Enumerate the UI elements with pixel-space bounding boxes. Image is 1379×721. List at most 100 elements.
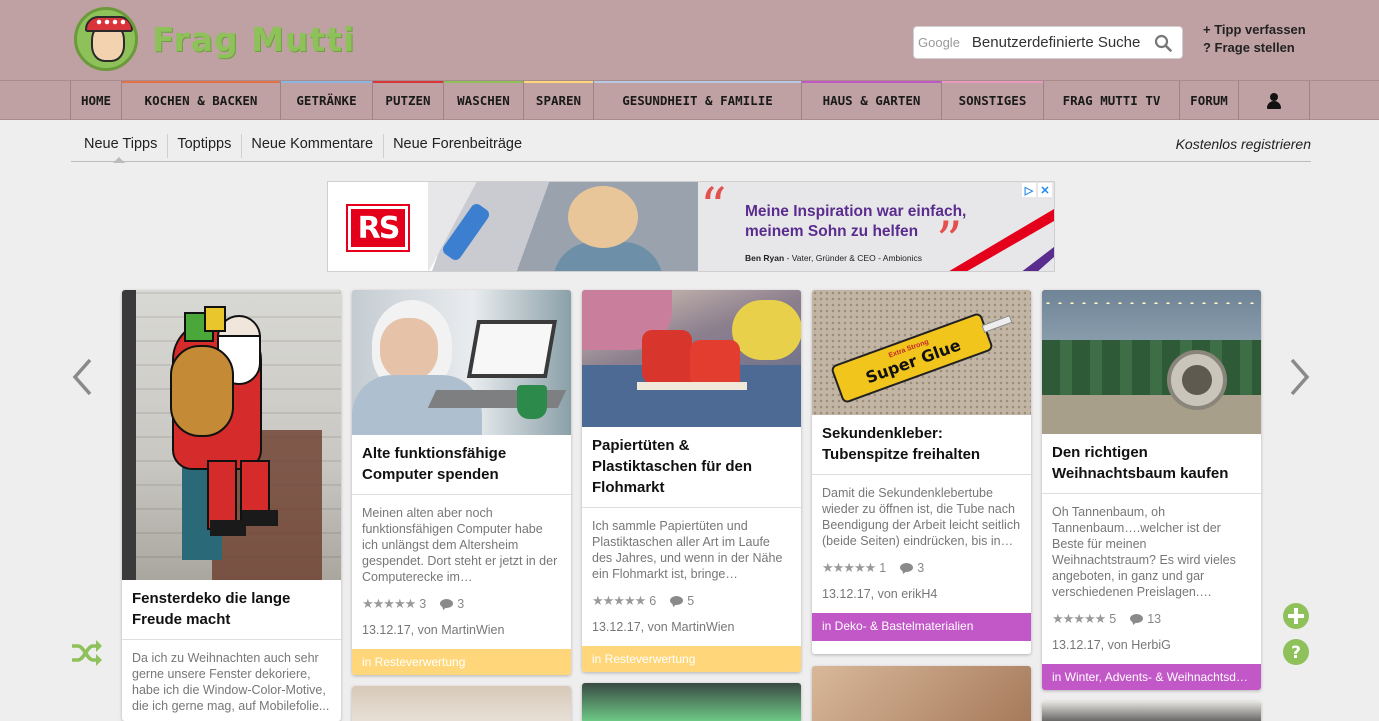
tab-toptipps[interactable]: Toptipps	[167, 134, 241, 158]
card-image-partial	[352, 686, 571, 721]
card-title[interactable]: Alte funktionsfähige Computer spenden	[352, 435, 571, 495]
comment-count: 3	[457, 597, 465, 611]
tip-card[interactable]: Alte funktionsfähige Computer spenden Me…	[352, 290, 571, 675]
card-meta: ★★★★★ 3 3	[352, 593, 571, 613]
card-date-author: 13.12.17, von erikH4	[822, 587, 938, 601]
nav-kochen-backen[interactable]: KOCHEN & BACKEN	[121, 81, 280, 120]
card-meta: ★★★★★ 6 5	[582, 590, 801, 610]
rating-count: 3	[419, 597, 427, 611]
nav-getraenke[interactable]: GETRÄNKE	[280, 81, 372, 120]
rating-stars-icon: ★★★★★	[592, 593, 646, 608]
ask-question-link[interactable]: ? Frage stellen	[1203, 39, 1306, 57]
main-nav: HOME KOCHEN & BACKEN GETRÄNKE PUTZEN WAS…	[0, 80, 1379, 120]
logo-mascot-icon	[74, 7, 138, 71]
site-header: Frag Mutti Google + Tipp verfassen ? Fra…	[0, 0, 1379, 80]
user-icon	[1267, 92, 1281, 109]
card-title[interactable]: Papiertüten & Plastiktaschen für den Flo…	[582, 427, 801, 508]
nav-user[interactable]	[1238, 81, 1310, 120]
rating-count: 1	[879, 561, 887, 575]
card-category[interactable]: in Winter, Advents- & Weihnachtsd…	[1042, 664, 1261, 690]
card-image-shoes	[582, 290, 801, 427]
tip-card[interactable]: Extra Strong Super Glue Sekundenkleber: …	[812, 290, 1031, 654]
card-excerpt: Meinen alten aber noch funktionsfähigen …	[362, 506, 558, 584]
nav-color-bar	[594, 81, 801, 83]
nav-color-bar	[1044, 81, 1179, 83]
rs-logo: RS	[346, 204, 410, 252]
card-image-glue: Extra Strong Super Glue	[812, 290, 1031, 415]
nav-home[interactable]: HOME	[70, 81, 121, 120]
nav-color-bar	[802, 81, 941, 83]
comment-icon	[440, 598, 454, 611]
site-logo[interactable]: Frag Mutti	[74, 7, 355, 71]
card-image-partial	[1042, 701, 1261, 721]
tip-card[interactable]: Fensterdeko die lange Freude macht Da ic…	[122, 290, 341, 721]
card-title[interactable]: Sekundenkleber: Tubenspitze freihalten	[812, 415, 1031, 475]
nav-gesundheit-familie[interactable]: GESUNDHEIT & FAMILIE	[593, 81, 801, 120]
ask-question-icon[interactable]: ?	[1282, 638, 1310, 666]
rating-stars-icon: ★★★★★	[1052, 611, 1106, 626]
nav-haus-garten[interactable]: HAUS & GARTEN	[801, 81, 941, 120]
nav-waschen[interactable]: WASCHEN	[443, 81, 523, 120]
card-title[interactable]: Fensterdeko die lange Freude macht	[122, 580, 341, 640]
shuffle-icon[interactable]	[70, 639, 103, 667]
tab-neue-forenbeitraege[interactable]: Neue Forenbeiträge	[383, 134, 532, 158]
search-input[interactable]	[971, 34, 1152, 51]
tab-neue-kommentare[interactable]: Neue Kommentare	[241, 134, 383, 158]
tip-card[interactable]: Papiertüten & Plastiktaschen für den Flo…	[582, 290, 801, 672]
comment-count: 3	[917, 561, 925, 575]
logo-text: Frag Mutti	[152, 19, 356, 59]
ad-close-icon[interactable]: ✕	[1038, 183, 1052, 197]
card-image-trees	[1042, 290, 1261, 434]
quote-open-icon: “	[700, 181, 727, 238]
search-icon[interactable]	[1154, 34, 1172, 52]
ad-info-icon[interactable]: ▷	[1022, 183, 1036, 197]
card-image-window	[122, 290, 341, 580]
nav-putzen[interactable]: PUTZEN	[372, 81, 443, 120]
card-meta: ★★★★★ 5 13	[1042, 608, 1261, 628]
rating-count: 6	[649, 594, 657, 608]
add-tip-icon[interactable]	[1282, 602, 1310, 630]
tip-card-partial[interactable]	[352, 686, 571, 721]
card-category[interactable]: in Resteverwertung	[582, 646, 801, 672]
ad-byline: Ben Ryan - Vater, Gründer & CEO - Ambion…	[745, 253, 922, 263]
tip-card-partial[interactable]	[812, 666, 1031, 721]
carousel-prev-icon[interactable]	[71, 357, 95, 397]
card-title[interactable]: Den richtigen Weihnachtsbaum kaufen	[1042, 434, 1261, 494]
register-link[interactable]: Kostenlos registrieren	[1176, 136, 1311, 152]
comment-icon	[900, 562, 914, 575]
tip-card[interactable]: Den richtigen Weihnachtsbaum kaufen Oh T…	[1042, 290, 1261, 690]
nav-color-bar	[373, 81, 443, 83]
tip-card-partial[interactable]	[1042, 701, 1261, 721]
tab-neue-tipps[interactable]: Neue Tipps	[71, 128, 167, 163]
card-excerpt: Ich sammle Papiertüten und Plastiktasche…	[592, 519, 783, 581]
rating-count: 5	[1109, 612, 1117, 626]
card-category[interactable]: in Resteverwertung	[352, 649, 571, 675]
card-meta: ★★★★★ 1 3	[812, 557, 1031, 577]
nav-color-bar	[122, 81, 280, 83]
nav-sparen[interactable]: SPAREN	[523, 81, 593, 120]
card-image-computer	[352, 290, 571, 435]
nav-color-bar	[71, 81, 121, 83]
ad-banner[interactable]: RS “ Meine Inspiration war einfach, mein…	[327, 181, 1055, 272]
sub-nav: Neue Tipps Toptipps Neue Kommentare Neue…	[71, 128, 1311, 163]
card-excerpt: Oh Tannenbaum, oh Tannenbaum….welcher is…	[1052, 505, 1236, 599]
nav-forum[interactable]: FORUM	[1179, 81, 1238, 120]
carousel-next-icon[interactable]	[1287, 357, 1311, 397]
nav-sonstiges[interactable]: SONSTIGES	[941, 81, 1043, 120]
header-links: + Tipp verfassen ? Frage stellen	[1203, 21, 1306, 57]
ad-headline: Meine Inspiration war einfach, meinem So…	[745, 203, 967, 240]
nav-frag-mutti-tv[interactable]: FRAG MUTTI TV	[1043, 81, 1179, 120]
search-box: Google	[913, 26, 1183, 59]
card-excerpt: Da ich zu Weihnachten auch sehr gerne un…	[132, 651, 330, 713]
comment-icon	[1130, 613, 1144, 626]
comment-icon	[670, 595, 684, 608]
nav-color-bar	[942, 81, 1043, 83]
comment-count: 13	[1147, 612, 1162, 626]
tip-card-partial[interactable]	[582, 683, 801, 721]
comment-count: 5	[687, 594, 695, 608]
card-category[interactable]: in Deko- & Bastelmaterialien	[812, 613, 1031, 641]
ad-stripes	[949, 209, 1054, 271]
nav-color-bar	[444, 81, 523, 83]
card-excerpt: Damit die Sekundenklebertube wieder zu ö…	[822, 486, 1021, 548]
write-tip-link[interactable]: + Tipp verfassen	[1203, 21, 1306, 39]
